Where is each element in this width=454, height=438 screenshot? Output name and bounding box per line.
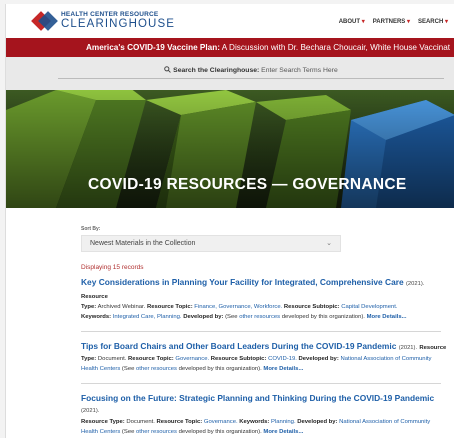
dev-prefix: (See <box>120 366 137 372</box>
main-nav: ABOUT ▾ PARTNERS ▾ SEARCH ▾ <box>339 18 454 25</box>
sort-selected-value: Newest Materials in the Collection <box>90 240 196 247</box>
site-logo[interactable]: HEALTH CENTER RESOURCE CLEARINGHOUSE <box>61 11 175 30</box>
developer-label: Developed by: <box>297 419 338 425</box>
developer-label: Developed by: <box>183 314 224 320</box>
subtopic-label: Resource Subtopic: <box>283 304 340 310</box>
subtopic-link[interactable]: Capital Development. <box>341 304 397 310</box>
nav-item-about[interactable]: ABOUT ▾ <box>339 18 365 25</box>
other-resources-link[interactable]: other resources <box>136 366 177 372</box>
search-label: Search the Clearinghouse: <box>173 67 260 74</box>
chevron-down-icon: ▾ <box>406 18 410 25</box>
list-item: Key Considerations in Planning Your Faci… <box>81 277 454 322</box>
record-year: (2021). <box>398 345 418 351</box>
chevron-down-icon: ▾ <box>361 18 365 25</box>
resource-label: Resource <box>419 345 447 351</box>
topic-link[interactable]: Finance, Governance, Workforce. <box>194 304 282 310</box>
record-title-link[interactable]: Key Considerations in Planning Your Faci… <box>81 277 404 287</box>
type-value: Archived Webinar. <box>97 304 146 310</box>
topic-link[interactable]: Governance. <box>204 419 238 425</box>
other-resources-link[interactable]: other resources <box>136 429 177 435</box>
topic-label: Resource Topic: <box>156 419 203 425</box>
dev-prefix: (See <box>225 314 240 320</box>
record-year: (2021). <box>406 281 425 287</box>
divider <box>81 331 441 332</box>
banner-text: A Discussion with Dr. Bechara Choucair, … <box>219 43 451 52</box>
keywords-link[interactable]: Planning. <box>271 419 296 425</box>
chevron-down-icon: ⌄ <box>326 240 332 247</box>
announcement-banner[interactable]: America's COVID-19 Vaccine Plan: A Discu… <box>6 38 454 57</box>
topic-link[interactable]: Governance. <box>175 356 209 362</box>
sort-label: Sort By: <box>81 226 101 232</box>
more-details-link[interactable]: More Details... <box>263 366 303 372</box>
type-value: Document. <box>126 419 155 425</box>
nav-label: ABOUT <box>338 18 361 25</box>
type-label: Resource Type: <box>81 419 125 425</box>
keywords-link[interactable]: Integrated Care, Planning. <box>113 314 182 320</box>
topic-label: Resource Topic: <box>146 304 193 310</box>
more-details-link[interactable]: More Details... <box>263 429 303 435</box>
record-year: (2021). <box>81 408 100 414</box>
main-content: Sort By: Newest Materials in the Collect… <box>6 226 454 437</box>
topic-label: Resource Topic: <box>128 356 174 362</box>
dev-suffix: developed by this organization). <box>176 429 262 435</box>
subtopic-link[interactable]: COVID-19. <box>268 356 297 362</box>
sort-select[interactable]: Newest Materials in the Collection ⌄ <box>81 235 341 252</box>
search-input[interactable]: Search the Clearinghouse: Enter Search T… <box>58 64 444 79</box>
resource-label: Resource <box>81 294 108 300</box>
more-details-link[interactable]: More Details... <box>367 314 407 320</box>
chevron-down-icon: ▾ <box>444 18 448 25</box>
nav-label: SEARCH <box>417 18 444 25</box>
search-icon <box>164 66 173 74</box>
logo-line-2: CLEARINGHOUSE <box>61 17 175 30</box>
dev-prefix: (See <box>120 429 137 435</box>
nav-label: PARTNERS <box>372 18 406 25</box>
banner-title: America's COVID-19 Vaccine Plan: <box>86 43 220 52</box>
list-item: Focusing on the Future: Strategic Planni… <box>81 393 454 437</box>
nav-item-search[interactable]: SEARCH ▾ <box>418 18 448 25</box>
search-placeholder: Enter Search Terms Here <box>259 67 338 74</box>
dev-suffix: developed by this organization). <box>280 314 365 320</box>
subtopic-label: Resource Subtopic: <box>210 356 267 362</box>
hero-banner: COVID-19 RESOURCES — GOVERNANCE <box>6 90 454 208</box>
keywords-label: Keywords: <box>81 314 112 320</box>
search-bar: Search the Clearinghouse: Enter Search T… <box>6 57 454 90</box>
record-title-link[interactable]: Focusing on the Future: Strategic Planni… <box>81 393 434 403</box>
dev-suffix: developed by this organization). <box>176 366 262 372</box>
list-item: Tips for Board Chairs and Other Board Le… <box>81 341 454 374</box>
record-title-link[interactable]: Tips for Board Chairs and Other Board Le… <box>81 341 396 351</box>
record-meta: Type: Archived Webinar. Resource Topic: … <box>81 302 448 312</box>
browser-frame: HEALTH CENTER RESOURCE CLEARINGHOUSE ABO… <box>0 0 454 438</box>
record-meta-2: Keywords: Integrated Care, Planning. Dev… <box>81 312 448 322</box>
logo-icon[interactable] <box>31 10 58 32</box>
other-resources-link[interactable]: other resources <box>239 314 280 320</box>
developer-label: Developed by: <box>298 356 339 362</box>
page: HEALTH CENTER RESOURCE CLEARINGHOUSE ABO… <box>5 4 454 438</box>
keywords-label: Keywords: <box>239 419 270 425</box>
record-count: Displaying 15 records <box>81 264 144 271</box>
type-label: Type: <box>81 304 97 310</box>
nav-item-partners[interactable]: PARTNERS ▾ <box>373 18 410 25</box>
type-label: Type: <box>81 356 97 362</box>
record-meta: Resource Type: Document. Resource Topic:… <box>81 417 448 437</box>
record-meta: Type: Document. Resource Topic: Governan… <box>81 354 448 374</box>
type-value: Document. <box>97 356 127 362</box>
divider <box>81 383 441 384</box>
page-title: COVID-19 RESOURCES — GOVERNANCE <box>88 176 407 193</box>
site-header: HEALTH CENTER RESOURCE CLEARINGHOUSE ABO… <box>6 4 454 38</box>
